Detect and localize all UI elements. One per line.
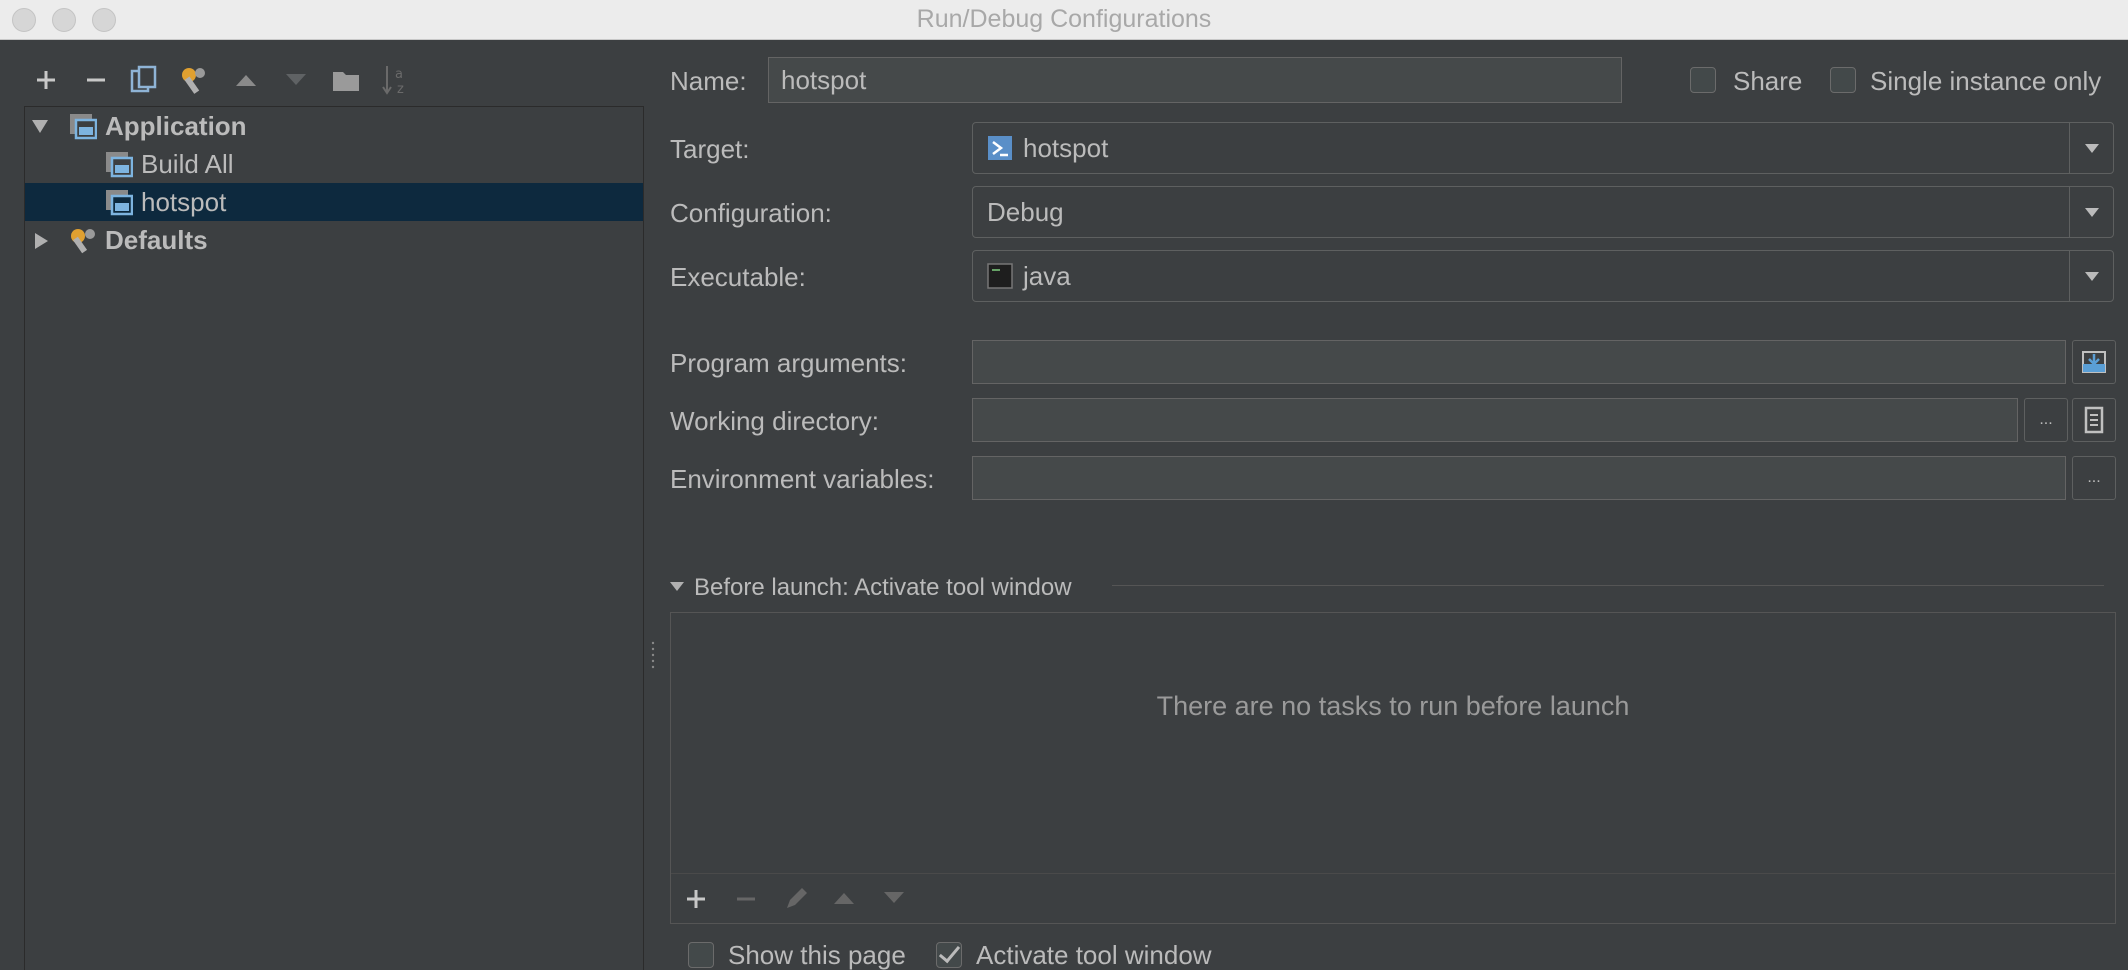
program-arguments-label: Program arguments: bbox=[670, 348, 907, 378]
show-this-page-label: Show this page bbox=[728, 940, 906, 970]
insert-macro-button[interactable] bbox=[2072, 398, 2116, 442]
splitter-handle[interactable] bbox=[650, 640, 656, 672]
configuration-dropdown[interactable]: Debug bbox=[972, 186, 2114, 238]
macro-icon bbox=[2084, 406, 2104, 434]
show-this-page-checkbox[interactable] bbox=[688, 942, 714, 968]
application-config-icon bbox=[106, 190, 133, 216]
svg-text:a: a bbox=[395, 67, 403, 82]
before-launch-task-list: There are no tasks to run before launch bbox=[670, 612, 2116, 924]
copy-icon[interactable] bbox=[124, 60, 164, 100]
terminal-icon bbox=[987, 263, 1013, 289]
section-divider bbox=[1112, 585, 2104, 586]
expand-arrow-icon[interactable] bbox=[31, 118, 49, 134]
target-label: Target: bbox=[670, 134, 750, 164]
task-list-toolbar bbox=[671, 873, 2115, 923]
program-arguments-input[interactable] bbox=[972, 340, 2066, 384]
chevron-down-icon[interactable] bbox=[2069, 187, 2113, 237]
ellipsis-label: ... bbox=[2039, 411, 2053, 428]
remove-icon[interactable] bbox=[735, 888, 757, 910]
sort-alphabetically-icon[interactable]: az bbox=[376, 60, 416, 100]
move-up-icon[interactable] bbox=[226, 60, 266, 100]
collapse-arrow-icon[interactable] bbox=[33, 232, 49, 250]
single-instance-label: Single instance only bbox=[1870, 66, 2102, 96]
target-dropdown[interactable]: hotspot bbox=[972, 122, 2114, 174]
before-launch-header[interactable]: Before launch: Activate tool window bbox=[694, 574, 1072, 602]
environment-variables-input[interactable] bbox=[972, 456, 2066, 500]
browse-directory-button[interactable]: ... bbox=[2024, 398, 2068, 442]
svg-text:z: z bbox=[397, 82, 404, 96]
executable-value: java bbox=[1023, 261, 1071, 291]
remove-icon[interactable] bbox=[76, 60, 116, 100]
section-collapse-icon[interactable] bbox=[670, 582, 684, 592]
cmake-target-icon bbox=[988, 136, 1012, 160]
add-icon[interactable] bbox=[685, 888, 707, 910]
empty-tasks-message: There are no tasks to run before launch bbox=[1156, 691, 1630, 721]
ellipsis-label: ... bbox=[2087, 469, 2101, 486]
chevron-down-icon[interactable] bbox=[2069, 251, 2113, 301]
environment-variables-label: Environment variables: bbox=[670, 464, 935, 494]
move-down-icon[interactable] bbox=[276, 60, 316, 100]
share-label: Share bbox=[1733, 66, 1803, 96]
name-input[interactable]: hotspot bbox=[768, 57, 1622, 103]
activate-tool-window-checkbox[interactable] bbox=[936, 942, 962, 968]
tree-node-hotspot[interactable]: hotspot bbox=[25, 183, 643, 221]
edit-environment-button[interactable]: ... bbox=[2072, 456, 2116, 500]
tree-node-defaults[interactable]: Defaults bbox=[25, 221, 643, 259]
tree-label-build-all: Build All bbox=[141, 149, 234, 179]
working-directory-label: Working directory: bbox=[670, 406, 880, 436]
configuration-value: Debug bbox=[987, 197, 1064, 227]
executable-dropdown[interactable]: java bbox=[972, 250, 2114, 302]
window-title: Run/Debug Configurations bbox=[916, 5, 1212, 33]
tree-node-application[interactable]: Application bbox=[25, 107, 643, 145]
title-bar: Run/Debug Configurations bbox=[0, 0, 2128, 40]
target-value: hotspot bbox=[1023, 133, 1109, 163]
tree-label-application: Application bbox=[105, 111, 247, 141]
expand-text-icon bbox=[2082, 351, 2106, 373]
working-directory-input[interactable] bbox=[972, 398, 2018, 442]
executable-label: Executable: bbox=[670, 262, 806, 292]
tree-label-defaults: Defaults bbox=[105, 225, 208, 255]
expand-field-button[interactable] bbox=[2072, 340, 2116, 384]
add-icon[interactable] bbox=[26, 60, 66, 100]
single-instance-checkbox[interactable] bbox=[1830, 67, 1856, 93]
application-config-icon bbox=[106, 152, 133, 178]
activate-tool-window-label: Activate tool window bbox=[976, 940, 1212, 970]
edit-icon[interactable] bbox=[783, 886, 809, 912]
move-down-icon[interactable] bbox=[883, 891, 905, 905]
tree-node-build-all[interactable]: Build All bbox=[25, 145, 643, 183]
name-label: Name: bbox=[670, 66, 747, 96]
name-value: hotspot bbox=[781, 64, 867, 95]
wrench-icon[interactable] bbox=[174, 60, 214, 100]
folder-icon[interactable] bbox=[326, 60, 366, 100]
configuration-tree: Application Build All hotspot Defaults bbox=[24, 106, 644, 970]
share-checkbox[interactable] bbox=[1690, 67, 1716, 93]
chevron-down-icon[interactable] bbox=[2069, 123, 2113, 173]
configuration-label: Configuration: bbox=[670, 198, 832, 228]
move-up-icon[interactable] bbox=[833, 891, 855, 905]
application-icon bbox=[70, 114, 97, 140]
wrench-icon bbox=[71, 229, 95, 254]
tree-label-hotspot: hotspot bbox=[141, 187, 227, 217]
